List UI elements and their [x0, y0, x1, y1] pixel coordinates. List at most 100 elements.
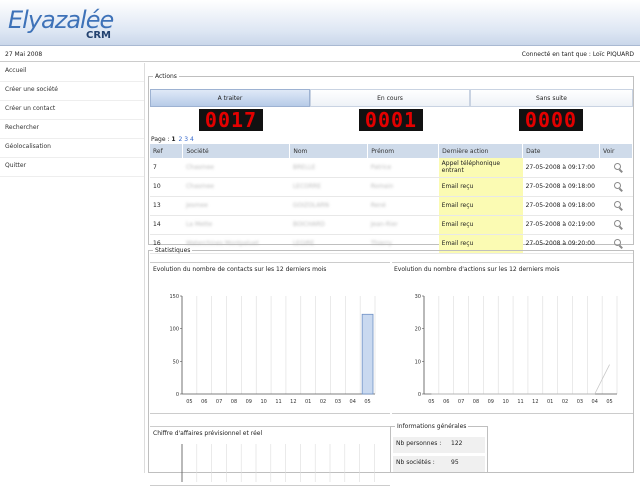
chart2-title: Evolution du nombre d'actions sur les 12…: [394, 266, 560, 273]
cell-date: 27-05-2008 à 02:19:00: [522, 215, 600, 235]
infos-panel: Informations générales Nb personnes : 12…: [390, 423, 488, 473]
cell-prenom: Patrice: [367, 158, 439, 178]
col-prenom[interactable]: Prénom: [367, 144, 440, 158]
info-row-societes: Nb sociétés : 95: [393, 456, 485, 472]
series-line: [431, 364, 610, 395]
col-societe[interactable]: Société: [182, 144, 291, 158]
y-tick-label: 100: [169, 327, 179, 333]
x-tick-label: 10: [502, 399, 508, 405]
x-tick-label: 05: [606, 399, 612, 405]
cell-societe: La Mette: [182, 215, 290, 235]
info-bar: 27 Mai 2008 Connecté en tant que : Loïc …: [0, 48, 640, 62]
sidebar-item-quitter[interactable]: Quitter: [0, 158, 144, 177]
cell-nom: BOICHARD: [289, 215, 368, 235]
app-logo-sub: CRM: [86, 30, 111, 41]
col-voir: Voir: [599, 144, 634, 158]
contacts-bar-chart: 0 50 100 150 05 06 07 08 09 10 11 12 01 02 03 04 05: [169, 294, 376, 405]
sidebar-item-creer-contact[interactable]: Créer un contact: [0, 101, 144, 120]
stats-legend: Statistiques: [155, 247, 191, 254]
cell-voir: [599, 177, 633, 197]
cell-societe: Chasmee: [182, 158, 290, 178]
ca-chart: [181, 444, 375, 482]
pager-links[interactable]: 2 3 4: [179, 136, 194, 143]
cell-nom: GOIZOLARN: [289, 196, 368, 216]
cell-action: Email reçu: [438, 215, 523, 235]
table-row[interactable]: 7 Chasmee BRELLE Patrice Appel téléphoni…: [150, 158, 633, 178]
x-tick-label: 09: [488, 399, 494, 405]
counter-sans-suite: 0000: [519, 109, 583, 131]
col-date[interactable]: Date: [522, 144, 600, 158]
pager: Page : 1 2 3 4: [151, 136, 194, 143]
cell-date: 27-05-2008 à 09:17:00: [522, 158, 600, 178]
sidebar-item-geolocalisation[interactable]: Géolocalisation: [0, 139, 144, 158]
counter-en-cours: 0001: [359, 109, 423, 131]
cell-nom: LECORRE: [289, 177, 368, 197]
x-tick-label: 03: [335, 399, 341, 405]
actions-table: Ref Société Nom Prénom Dernière action D…: [150, 144, 634, 254]
cell-action: Appel téléphonique entrant: [438, 158, 523, 178]
view-icon[interactable]: [613, 201, 621, 208]
col-nom[interactable]: Nom: [289, 144, 369, 158]
cell-societe: Jesmee: [182, 196, 290, 216]
infos-legend: Informations générales: [397, 423, 467, 430]
view-icon[interactable]: [613, 162, 621, 170]
cell-prenom: Jean-Rier: [367, 215, 439, 235]
bar: [361, 313, 374, 395]
y-tick-label: 20: [415, 327, 421, 333]
info-value: 122: [451, 440, 463, 447]
info-row-personnes: Nb personnes : 122: [393, 437, 485, 453]
x-tick-label: 01: [547, 399, 553, 405]
cell-prenom: Romain: [367, 177, 439, 197]
tab-en-cours[interactable]: En cours: [310, 89, 470, 107]
col-derniere-action[interactable]: Dernière action: [438, 144, 524, 158]
cell-action: Email reçu: [438, 177, 523, 197]
app-header: Elyazalée CRM: [0, 0, 640, 46]
info-label: Nb personnes :: [396, 440, 442, 447]
view-icon[interactable]: [613, 220, 621, 227]
cell-ref: 13: [150, 196, 183, 216]
cell-ref: 10: [150, 177, 183, 197]
x-tick-label: 05: [364, 399, 370, 405]
tab-a-traiter[interactable]: A traiter: [150, 89, 310, 107]
tab-sans-suite[interactable]: Sans suite: [470, 89, 633, 107]
y-tick-label: 10: [415, 359, 421, 365]
sidebar-item-rechercher[interactable]: Rechercher: [0, 120, 144, 139]
actions-line-chart: 0 10 20 30 05 06 07 08 09 10 11 12 01 02 03 04 05: [415, 294, 618, 405]
x-tick-label: 10: [260, 399, 266, 405]
x-tick-label: 11: [517, 399, 523, 405]
x-tick-label: 09: [246, 399, 252, 405]
x-tick-label: 03: [577, 399, 583, 405]
cell-voir: [599, 158, 633, 178]
cell-societe: Chasmee: [182, 177, 290, 197]
x-tick-label: 07: [216, 399, 222, 405]
sidebar-item-creer-societe[interactable]: Créer une société: [0, 82, 144, 101]
x-tick-label: 02: [562, 399, 568, 405]
y-tick-label: 0: [176, 392, 179, 398]
table-row[interactable]: 10 Chasmee LECORRE Romain Email reçu 27-…: [150, 177, 633, 197]
x-tick-label: 04: [350, 399, 356, 405]
view-icon[interactable]: [613, 239, 621, 246]
table-row[interactable]: 14 La Mette BOICHARD Jean-Rier Email reç…: [150, 215, 633, 235]
x-tick-label: 12: [290, 399, 296, 405]
y-tick-label: 150: [169, 294, 179, 300]
x-tick-label: 08: [473, 399, 479, 405]
cell-date: 27-05-2008 à 09:18:00: [522, 196, 600, 216]
x-tick-label: 02: [320, 399, 326, 405]
view-icon[interactable]: [613, 182, 621, 189]
x-tick-label: 07: [458, 399, 464, 405]
cell-ref: 14: [150, 215, 183, 235]
x-tick-label: 12: [532, 399, 538, 405]
cell-action: Email reçu: [438, 196, 523, 216]
x-tick-label: 04: [592, 399, 598, 405]
cell-prenom: René: [367, 196, 439, 216]
x-tick-label: 05: [186, 399, 192, 405]
actions-panel: Actions A traiter En cours Sans suite 00…: [148, 73, 634, 254]
cell-ref: 7: [150, 158, 183, 178]
table-row[interactable]: 13 Jesmee GOIZOLARN René Email reçu 27-0…: [150, 196, 633, 216]
col-ref[interactable]: Ref: [150, 144, 184, 158]
table-header: Ref Société Nom Prénom Dernière action D…: [150, 144, 634, 158]
pager-current: 1: [171, 136, 176, 143]
current-date: 27 Mai 2008: [5, 51, 43, 58]
y-tick-label: 0: [418, 392, 421, 398]
sidebar-item-accueil[interactable]: Accueil: [0, 63, 144, 82]
